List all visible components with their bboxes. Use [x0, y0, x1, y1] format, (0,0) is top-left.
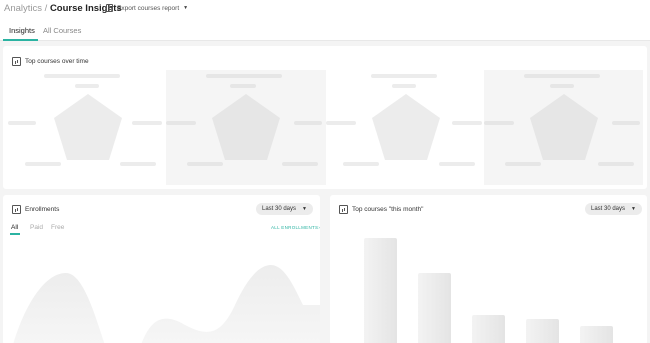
course-panel-placeholder: [8, 70, 166, 185]
card-title: Enrollments: [25, 206, 60, 213]
subtab-free[interactable]: Free: [51, 224, 64, 231]
caret-down-icon: ▼: [302, 206, 307, 212]
pentagon-placeholder: [530, 94, 598, 160]
all-enrollments-link[interactable]: ALL ENROLLMENTS›: [271, 225, 320, 230]
date-range-value: Last 30 days: [591, 206, 626, 212]
export-courses-report-button[interactable]: Export courses report ▼: [106, 4, 188, 12]
date-range-value: Last 30 days: [262, 206, 297, 212]
breadcrumb-separator: /: [44, 3, 48, 14]
bar-placeholder: [472, 315, 505, 343]
card-title: Top courses "this month": [352, 206, 424, 213]
tab-bar: Insights All Courses: [0, 20, 650, 41]
chart-icon: [12, 57, 21, 66]
chevron-right-icon: ›: [318, 225, 321, 230]
report-icon: [106, 4, 113, 12]
active-subtab-indicator: [10, 233, 20, 235]
pentagon-placeholder: [372, 94, 440, 160]
breadcrumb: Analytics / Course Insights: [4, 3, 122, 14]
top-courses-over-time-card: Top courses over time: [3, 46, 647, 189]
top-courses-this-month-card: Top courses "this month" Last 30 days ▼: [330, 195, 647, 343]
date-range-dropdown[interactable]: Last 30 days ▼: [585, 203, 642, 215]
bar-placeholder: [418, 273, 451, 343]
course-panel-placeholder: [484, 70, 643, 185]
chart-icon: [12, 205, 21, 214]
subtab-all[interactable]: All: [11, 224, 18, 231]
all-enrollments-label: ALL ENROLLMENTS: [271, 225, 319, 230]
export-label: Export courses report: [117, 4, 180, 12]
tab-insights[interactable]: Insights: [9, 26, 35, 35]
pentagon-placeholder: [54, 94, 122, 160]
card-header: Top courses "this month": [339, 205, 423, 214]
card-title: Top courses over time: [25, 58, 89, 65]
caret-down-icon: ▼: [631, 206, 636, 212]
enrollments-card: Enrollments Last 30 days ▼: [3, 195, 320, 343]
bar-placeholder: [526, 319, 559, 343]
card-header: Top courses over time: [12, 57, 89, 66]
top-bar: Analytics / Course Insights Export cours…: [0, 0, 650, 20]
bar-placeholder: [364, 238, 397, 343]
subtab-paid[interactable]: Paid: [30, 224, 43, 231]
area-chart-placeholder: [13, 265, 320, 343]
active-tab-indicator: [3, 39, 38, 41]
date-range-dropdown[interactable]: Last 30 days ▼: [256, 203, 313, 215]
bar-placeholder: [580, 326, 613, 343]
pentagon-placeholder: [212, 94, 280, 160]
breadcrumb-analytics[interactable]: Analytics: [4, 3, 42, 14]
card-header: Enrollments: [12, 205, 59, 214]
tab-all-courses[interactable]: All Courses: [43, 26, 81, 35]
chart-icon: [339, 205, 348, 214]
course-panel-placeholder: [166, 70, 326, 185]
caret-down-icon: ▼: [183, 5, 189, 11]
course-panel-placeholder: [326, 70, 484, 185]
